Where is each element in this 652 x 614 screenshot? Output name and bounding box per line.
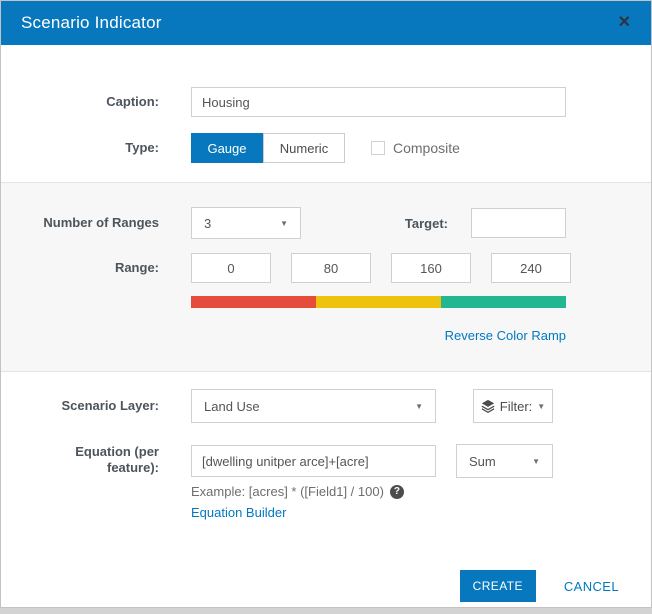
cancel-button[interactable]: CANCEL [564, 579, 619, 594]
filter-button[interactable]: Filter: ▼ [473, 389, 553, 423]
type-label: Type: [1, 140, 159, 156]
range-input-3[interactable] [391, 253, 471, 283]
equation-builder-line: Equation Builder [191, 504, 553, 522]
color-ramp-row [1, 296, 651, 308]
range-input-4[interactable] [491, 253, 571, 283]
scenario-layer-row: Scenario Layer: Land Use ▼ Filter: ▼ [1, 389, 651, 423]
reverse-ramp-row: Reverse Color Ramp [1, 327, 651, 345]
dialog-header: Scenario Indicator ✕ [1, 1, 651, 45]
scenario-layer-select[interactable]: Land Use ▼ [191, 389, 436, 423]
help-icon[interactable]: ? [390, 485, 404, 499]
ramp-segment-yellow [316, 296, 441, 308]
caption-input[interactable] [191, 87, 566, 117]
ramp-segment-red [191, 296, 316, 308]
range-input-2[interactable] [291, 253, 371, 283]
color-ramp [191, 296, 566, 308]
type-gauge-button[interactable]: Gauge [191, 133, 263, 163]
chevron-down-icon: ▼ [415, 402, 423, 411]
range-input-1[interactable] [191, 253, 271, 283]
ranges-section: Number of Ranges 3 ▼ Target: Range: [1, 182, 651, 372]
caption-label: Caption: [1, 94, 159, 110]
number-of-ranges-label: Number of Ranges [1, 215, 159, 231]
target-input[interactable] [471, 208, 566, 238]
equation-example-text: Example: [acres] * ([Field1] / 100) [191, 484, 384, 499]
filter-label: Filter: [500, 399, 533, 414]
layers-icon [481, 399, 495, 413]
equation-input[interactable] [191, 445, 436, 477]
aggregation-select[interactable]: Sum ▼ [456, 444, 553, 478]
type-row: Type: Gauge Numeric Composite [1, 133, 651, 163]
range-row: Range: [1, 253, 651, 283]
create-button[interactable]: CREATE [460, 570, 536, 602]
scenario-layer-value: Land Use [204, 399, 260, 414]
chevron-down-icon: ▼ [280, 219, 288, 228]
dialog-footer: CREATE CANCEL [1, 570, 651, 602]
caption-row: Caption: [1, 87, 651, 117]
equation-row: Equation (per feature): Sum ▼ Example: [… [1, 444, 651, 522]
equation-builder-link[interactable]: Equation Builder [191, 505, 286, 520]
dialog-title: Scenario Indicator [21, 13, 162, 33]
number-of-ranges-select[interactable]: 3 ▼ [191, 207, 301, 239]
range-label: Range: [1, 260, 159, 276]
number-of-ranges-value: 3 [204, 216, 211, 231]
chevron-down-icon: ▼ [537, 402, 545, 411]
equation-content: Sum ▼ Example: [acres] * ([Field1] / 100… [191, 444, 553, 522]
equation-example-line: Example: [acres] * ([Field1] / 100) ? [191, 484, 553, 499]
reverse-color-ramp-link[interactable]: Reverse Color Ramp [445, 328, 566, 343]
number-of-ranges-row: Number of Ranges 3 ▼ Target: [1, 207, 651, 239]
type-segmented-control: Gauge Numeric [191, 133, 345, 163]
chevron-down-icon: ▼ [532, 457, 540, 466]
type-numeric-button[interactable]: Numeric [263, 133, 345, 163]
composite-label: Composite [393, 140, 460, 156]
target-label: Target: [301, 216, 448, 231]
equation-label: Equation (per feature): [1, 444, 159, 476]
scenario-layer-label: Scenario Layer: [1, 398, 159, 414]
aggregation-value: Sum [469, 454, 496, 469]
close-icon[interactable]: ✕ [618, 15, 631, 31]
ramp-segment-teal [441, 296, 566, 308]
screen-background: Scenario Indicator ✕ Caption: Type: Gaug… [0, 0, 652, 614]
equation-input-group: Sum ▼ [191, 444, 553, 478]
scenario-indicator-dialog: Scenario Indicator ✕ Caption: Type: Gaug… [0, 0, 652, 608]
reverse-ramp-link-wrap: Reverse Color Ramp [191, 327, 566, 345]
composite-checkbox[interactable] [371, 141, 385, 155]
